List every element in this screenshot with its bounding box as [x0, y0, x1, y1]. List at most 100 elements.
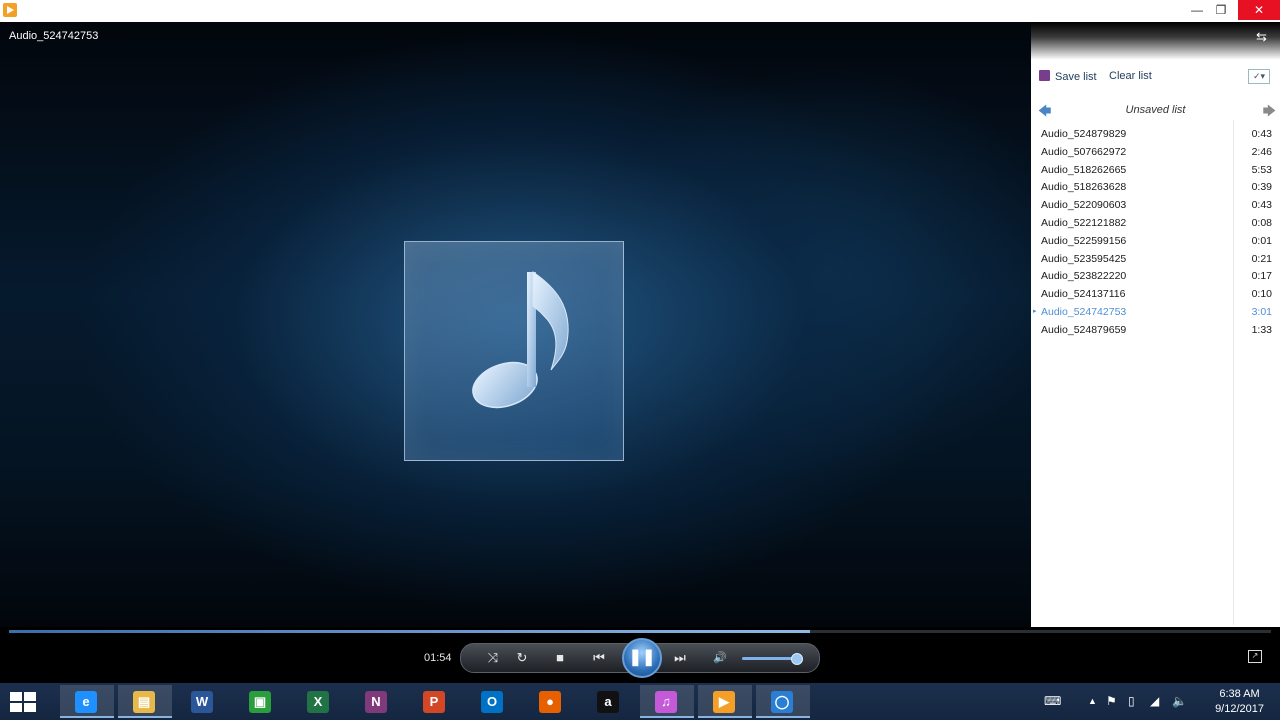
- playlist-item-name: Audio_523822220: [1041, 270, 1127, 283]
- playlist-items: Audio_524879829 0:43 Audio_507662972 2:46 Au…: [1031, 126, 1280, 340]
- playlist-item[interactable]: Audio_518262665 5:53: [1031, 162, 1280, 180]
- previous-button[interactable]: ⏮: [585, 644, 613, 672]
- powerpoint-icon: P: [423, 691, 445, 713]
- taskbar: e ▤ W ▣ X N P O ● a ♫ ▶ ◯ ⌨ ▲ ⚑ ▯ ◢ 🔈 6:38 AM 9/12/2…: [0, 683, 1280, 720]
- network-icon[interactable]: ◢: [1150, 694, 1159, 708]
- taskbar-app-amazon[interactable]: a: [582, 685, 636, 718]
- title-bar: — ❐ ✕: [0, 0, 1280, 23]
- playlist-pane: ⇆ Save list Clear list ✓▾ 🡄 Unsaved list…: [1031, 22, 1280, 627]
- playlist-item[interactable]: Audio_524879659 1:33: [1031, 322, 1280, 340]
- playlist-item-name: Audio_523595425: [1041, 252, 1127, 265]
- start-button[interactable]: [10, 692, 36, 712]
- firefox-icon: ●: [539, 691, 561, 713]
- playlist-item[interactable]: Audio_523595425 0:21: [1031, 251, 1280, 269]
- now-playing-marker-icon: ▸: [1033, 307, 1037, 315]
- playlist-item-duration: 0:43: [1251, 128, 1272, 140]
- transport-controls: ⤨ ↻ ■ ⏮ ❚❚ ⏭ 🔊: [460, 638, 820, 678]
- save-list-label: Save list: [1055, 71, 1097, 83]
- next-button[interactable]: ⏭: [666, 644, 694, 672]
- playlist-item-name: Audio_524879829: [1041, 128, 1127, 140]
- internet-explorer-icon: e: [75, 691, 97, 713]
- playlist-item-duration: 0:21: [1251, 252, 1272, 265]
- volume-knob[interactable]: [791, 653, 803, 665]
- playlist-item-active[interactable]: ▸ Audio_524742753 3:01: [1031, 304, 1280, 322]
- playlist-item-duration: 0:39: [1251, 181, 1272, 194]
- close-button[interactable]: ✕: [1238, 0, 1280, 20]
- playlist-item-name: Audio_522599156: [1041, 234, 1127, 247]
- taskbar-app-outlook[interactable]: O: [466, 685, 520, 718]
- outlook-icon: O: [481, 691, 503, 713]
- taskbar-app-internet-explorer[interactable]: e: [60, 685, 114, 718]
- music-note-icon: [472, 271, 569, 409]
- playlist-item-duration: 1:33: [1251, 323, 1272, 336]
- playlist-item-name: Audio_507662972: [1041, 145, 1127, 158]
- word-icon: W: [191, 691, 213, 713]
- taskbar-app-cortana[interactable]: ◯: [756, 685, 810, 718]
- taskbar-app-store[interactable]: ▣: [234, 685, 288, 718]
- volume-fill: [742, 657, 796, 660]
- taskbar-app-powerpoint[interactable]: P: [408, 685, 462, 718]
- mute-button[interactable]: 🔊: [708, 644, 732, 672]
- volume-slider[interactable]: [742, 653, 803, 665]
- taskbar-app-file-explorer[interactable]: ▤: [118, 685, 172, 718]
- taskbar-app-media-player[interactable]: ▶: [698, 685, 752, 718]
- itunes-icon: ♫: [655, 691, 677, 713]
- playlist-item-duration: 0:01: [1251, 234, 1272, 247]
- pause-button[interactable]: ❚❚: [622, 638, 662, 678]
- clock-time: 6:38 AM: [1219, 688, 1260, 700]
- playlist-item[interactable]: Audio_507662972 2:46: [1031, 144, 1280, 162]
- repeat-button[interactable]: ↻: [510, 644, 534, 672]
- windows-logo-pane: [10, 703, 22, 712]
- action-center-flag-icon[interactable]: ⚑: [1106, 694, 1117, 708]
- keyboard-icon[interactable]: ⌨: [1044, 694, 1061, 708]
- playlist-header: ⇆: [1031, 22, 1280, 60]
- playlist-item-duration: 0:17: [1251, 270, 1272, 283]
- media-player-app-icon: [3, 3, 17, 17]
- save-list-button[interactable]: Save list: [1039, 70, 1097, 83]
- cortana-icon: ◯: [771, 691, 793, 713]
- list-options-icon[interactable]: ✓▾: [1248, 69, 1270, 84]
- now-playing-area[interactable]: Audio_524742753: [0, 22, 1031, 627]
- battery-icon[interactable]: ▯: [1128, 694, 1135, 708]
- playlist-item-name: Audio_524742753: [1041, 305, 1127, 318]
- clear-list-button[interactable]: Clear list: [1109, 70, 1152, 82]
- taskbar-app-onenote[interactable]: N: [350, 685, 404, 718]
- playlist-item[interactable]: Audio_522121882 0:08: [1031, 215, 1280, 233]
- excel-icon: X: [307, 691, 329, 713]
- shuffle-button[interactable]: ⤨: [481, 644, 505, 672]
- clock[interactable]: 6:38 AM 9/12/2017: [1215, 687, 1264, 717]
- playlist-item-duration: 2:46: [1251, 145, 1272, 158]
- taskbar-app-firefox[interactable]: ●: [524, 685, 578, 718]
- now-playing-title: Audio_524742753: [9, 30, 99, 42]
- playback-controls: 01:54 ⤨ ↻ ■ ⏮ ❚❚ ⏭ 🔊 ↗: [0, 627, 1280, 683]
- playlist-item-name: Audio_522090603: [1041, 199, 1127, 212]
- playlist-item[interactable]: Audio_524137116 0:10: [1031, 286, 1280, 304]
- switch-to-library-icon[interactable]: ↗: [1248, 650, 1262, 663]
- playlist-item[interactable]: Audio_524879829 0:43: [1031, 126, 1280, 144]
- clock-date: 9/12/2017: [1215, 703, 1264, 715]
- playlist-nav: 🡄 Unsaved list 🡆: [1031, 100, 1280, 120]
- restore-button[interactable]: ❐: [1206, 0, 1236, 20]
- switch-view-icon[interactable]: ⇆: [1256, 30, 1270, 44]
- seek-bar[interactable]: [9, 630, 1271, 633]
- playlist-item[interactable]: Audio_523822220 0:17: [1031, 268, 1280, 286]
- album-art: [404, 241, 624, 461]
- playlist-item[interactable]: Audio_522090603 0:43: [1031, 197, 1280, 215]
- onenote-icon: N: [365, 691, 387, 713]
- windows-logo-icon: [10, 692, 22, 701]
- show-hidden-icons-icon[interactable]: ▲: [1088, 696, 1097, 706]
- volume-icon[interactable]: 🔈: [1172, 694, 1187, 708]
- playlist-title: Unsaved list: [1125, 104, 1186, 116]
- forward-arrow-icon[interactable]: 🡆: [1263, 102, 1276, 124]
- taskbar-app-word[interactable]: W: [176, 685, 230, 718]
- taskbar-app-excel[interactable]: X: [292, 685, 346, 718]
- file-explorer-icon: ▤: [133, 691, 155, 713]
- playlist-item-name: Audio_524879659: [1041, 323, 1127, 336]
- playlist-item[interactable]: Audio_522599156 0:01: [1031, 233, 1280, 251]
- playlist-item-duration: 5:53: [1251, 163, 1272, 176]
- stop-button[interactable]: ■: [548, 644, 572, 672]
- playlist-item-name: Audio_518262665: [1041, 163, 1127, 176]
- playlist-item-name: Audio_522121882: [1041, 216, 1127, 229]
- taskbar-app-itunes[interactable]: ♫: [640, 685, 694, 718]
- playlist-item[interactable]: Audio_518263628 0:39: [1031, 179, 1280, 197]
